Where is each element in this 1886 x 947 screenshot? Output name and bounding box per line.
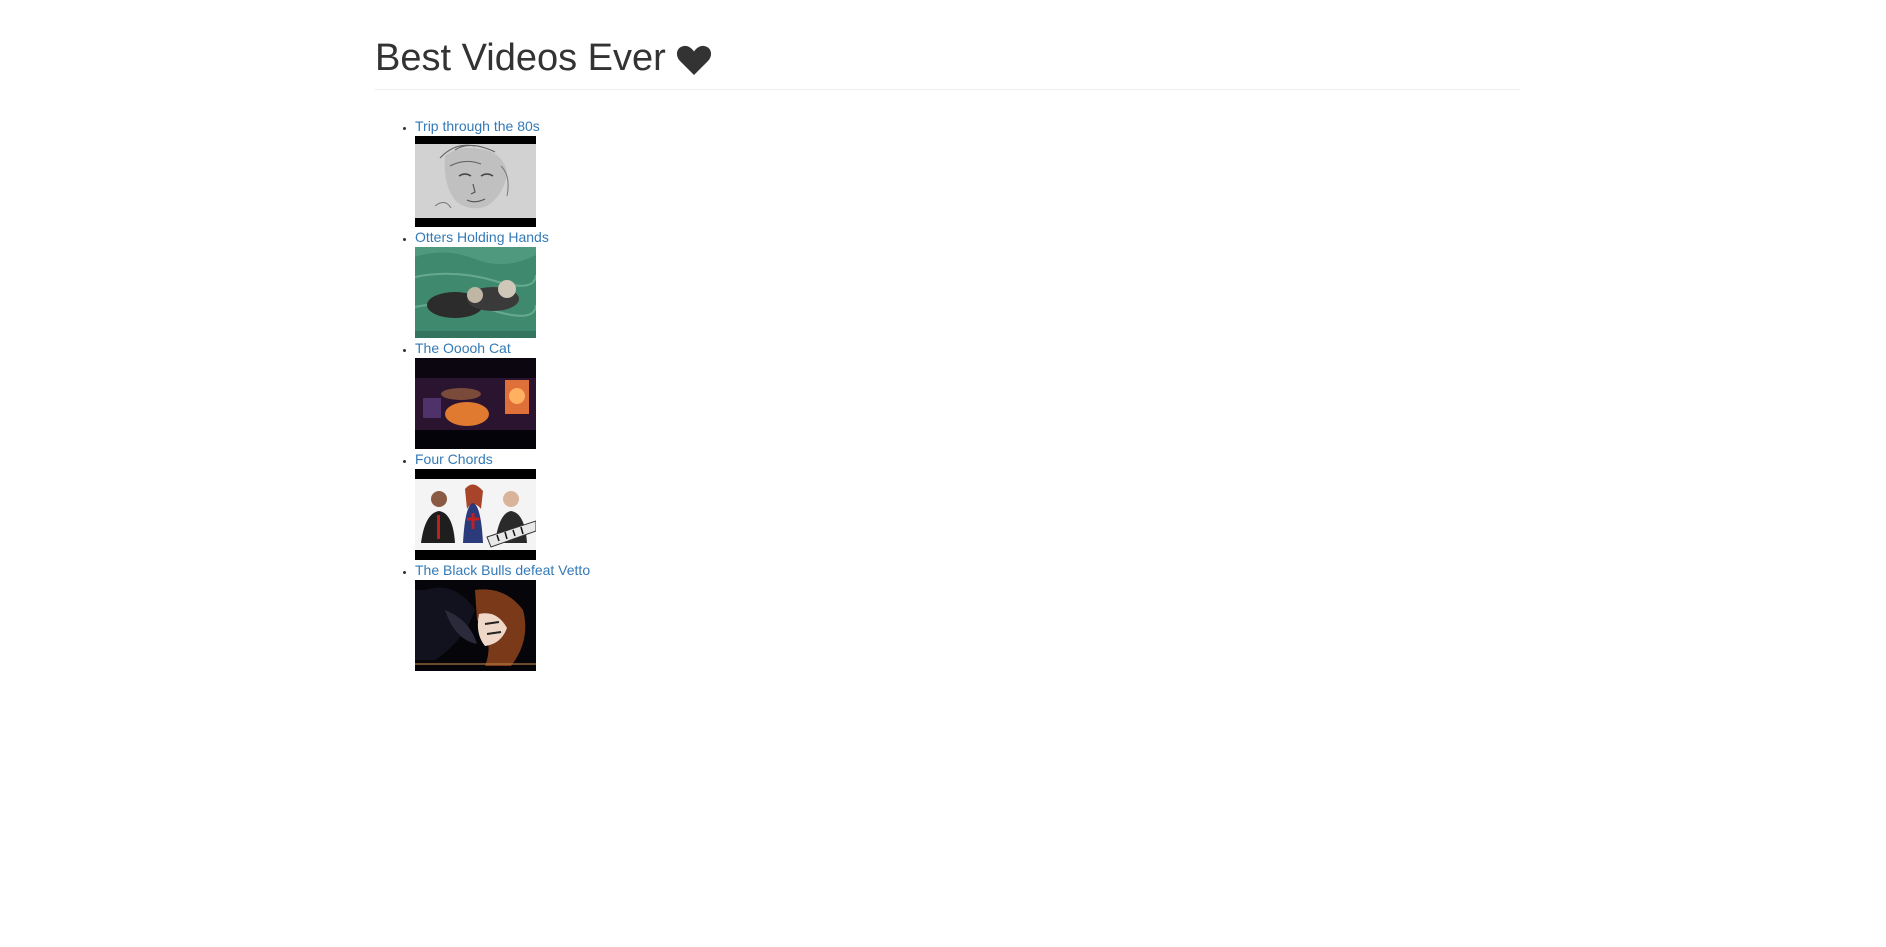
page-header: Best Videos Ever: [375, 37, 1520, 90]
page-title: Best Videos Ever: [375, 37, 666, 79]
video-thumbnail[interactable]: [415, 468, 536, 560]
list-item: The Ooooh Cat: [415, 338, 1520, 449]
video-thumbnail[interactable]: [415, 135, 536, 227]
video-list: Trip through the 80s Otters Holding Hand…: [375, 116, 1520, 671]
list-item: Trip through the 80s: [415, 116, 1520, 227]
video-link[interactable]: Four Chords: [415, 449, 1520, 469]
list-item: Four Chords: [415, 449, 1520, 560]
video-thumbnail[interactable]: [415, 357, 536, 449]
video-link[interactable]: Trip through the 80s: [415, 116, 1520, 136]
heart-icon: [676, 44, 712, 76]
video-thumbnail[interactable]: [415, 579, 536, 671]
video-link[interactable]: The Ooooh Cat: [415, 338, 1520, 358]
video-thumbnail[interactable]: [415, 246, 536, 338]
list-item: Otters Holding Hands: [415, 227, 1520, 338]
list-item: The Black Bulls defeat Vetto: [415, 560, 1520, 671]
main-container: Best Videos Ever Trip through the 80s: [375, 0, 1520, 671]
video-link[interactable]: The Black Bulls defeat Vetto: [415, 560, 1520, 580]
video-link[interactable]: Otters Holding Hands: [415, 227, 1520, 247]
